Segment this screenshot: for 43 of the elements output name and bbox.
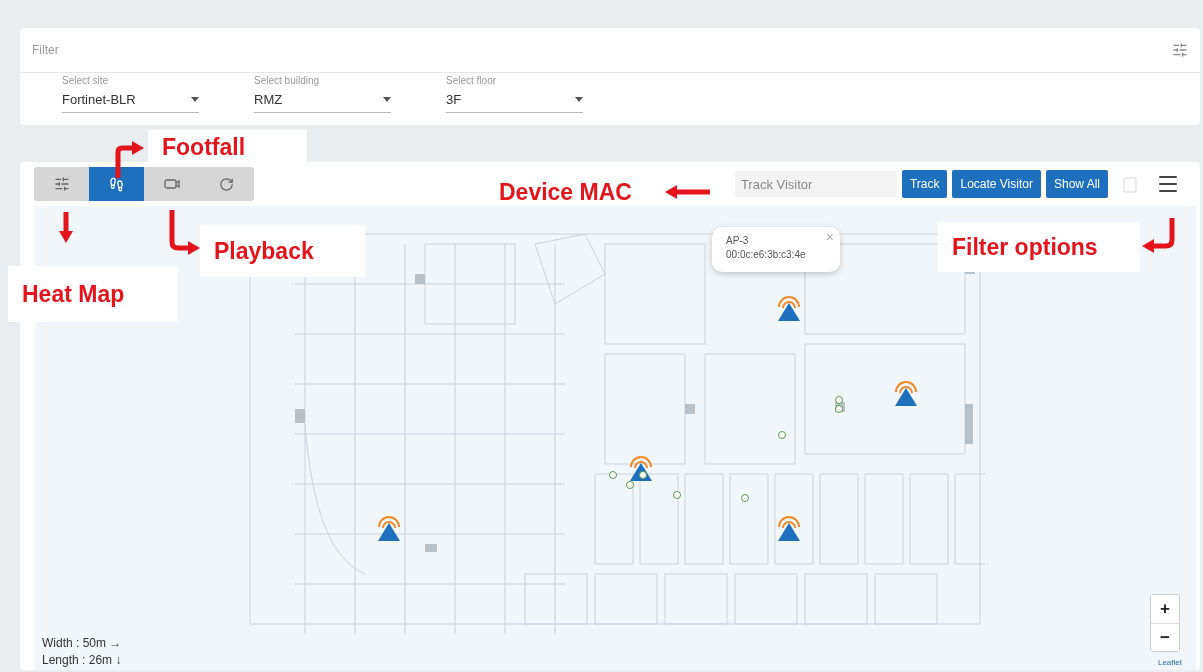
access-point-icon[interactable] [376, 514, 402, 542]
visitor-dot[interactable] [835, 396, 843, 404]
footprints-icon [109, 176, 124, 192]
access-point-icon[interactable] [776, 294, 802, 322]
popup-title: AP-3 [726, 235, 750, 246]
select-dropdown[interactable]: 3F [446, 92, 583, 113]
scale-text: Length : 26m ↓ [42, 653, 122, 667]
access-point-icon[interactable] [776, 514, 802, 542]
settings-icon[interactable] [1172, 42, 1188, 58]
visitor-dot[interactable] [609, 471, 617, 479]
annotation-arrow [664, 184, 712, 200]
access-point-icon[interactable] [893, 379, 919, 407]
annotation-label: Filter options [938, 222, 1140, 272]
select-label: Select floor [446, 75, 498, 86]
annotation-label: Heat Map [8, 266, 178, 322]
visitor-dot[interactable] [639, 471, 647, 479]
select-label: Select site [62, 75, 110, 86]
track-visitor-field[interactable]: Track Visitor [734, 171, 897, 197]
visitor-dot[interactable] [741, 494, 749, 502]
visitor-dot[interactable] [778, 431, 786, 439]
select-dropdown[interactable]: Fortinet-BLR [62, 92, 199, 113]
action-button[interactable]: Locate Visitor [952, 170, 1041, 198]
visitor-dot[interactable] [626, 481, 634, 489]
action-button[interactable]: Show All [1045, 170, 1108, 198]
action-button[interactable]: Track [901, 170, 948, 198]
caret-icon [191, 97, 199, 102]
select-dropdown[interactable]: RMZ [254, 92, 391, 113]
caret-icon [575, 97, 583, 102]
refresh-icon [219, 176, 234, 192]
annotation-arrow [56, 212, 76, 244]
visitor-dot[interactable] [673, 491, 681, 499]
attribution-link[interactable]: Leaflet [1157, 658, 1182, 667]
mode-button[interactable] [89, 167, 144, 201]
caret-icon [383, 97, 391, 102]
video-icon [163, 178, 180, 190]
scale-text: Width : 50m → [42, 636, 122, 650]
annotation-label: Playback [200, 225, 365, 277]
popup-mac: 00:0c:e6:3b:c3:4e [726, 249, 807, 260]
select-label: Select building [254, 75, 321, 86]
annotation-label: Footfall [148, 130, 307, 165]
zoom-button[interactable]: − [1151, 623, 1179, 651]
annotation-label: Device MAC [498, 177, 633, 207]
visitor-dot[interactable] [835, 405, 843, 413]
